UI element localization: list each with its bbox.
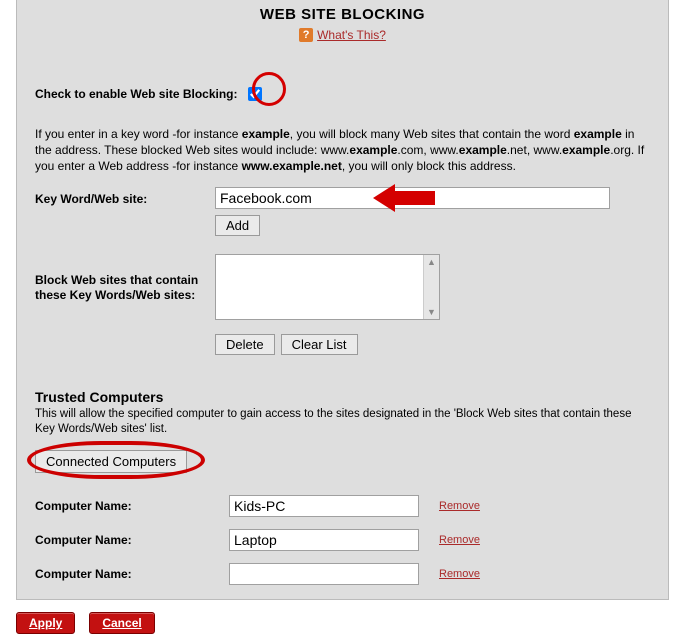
- computer-label: Computer Name:: [35, 533, 209, 547]
- computer-row-1: Computer Name: Remove: [35, 529, 650, 551]
- blocklist-buttons-row: Delete Clear List: [35, 326, 650, 355]
- computer-row-0: Computer Name: Remove: [35, 495, 650, 517]
- keyword-input[interactable]: [215, 187, 610, 209]
- scroll-up-icon: ▲: [427, 257, 436, 267]
- add-button[interactable]: Add: [215, 215, 260, 236]
- computer-row-2: Computer Name: Remove: [35, 563, 650, 585]
- apply-button[interactable]: Apply: [16, 612, 75, 634]
- help-link[interactable]: ? What's This?: [299, 28, 386, 42]
- computer-name-input-2[interactable]: [229, 563, 419, 585]
- settings-panel: WEB SITE BLOCKING ? What's This? Check t…: [16, 0, 669, 600]
- remove-link-1[interactable]: Remove: [439, 534, 480, 546]
- trusted-desc: This will allow the specified computer t…: [35, 407, 650, 437]
- computer-name-input-1[interactable]: [229, 529, 419, 551]
- remove-link-0[interactable]: Remove: [439, 500, 480, 512]
- computer-name-input-0[interactable]: [229, 495, 419, 517]
- remove-link-2[interactable]: Remove: [439, 568, 480, 580]
- connected-wrap: Connected Computers: [35, 450, 650, 473]
- description-text: If you enter in a key word -for instance…: [35, 126, 650, 175]
- help-link-label: What's This?: [317, 28, 386, 42]
- computer-label: Computer Name:: [35, 499, 209, 513]
- add-row: Add: [35, 215, 650, 236]
- enable-checkbox[interactable]: [248, 87, 262, 101]
- keyword-row: Key Word/Web site:: [35, 187, 650, 209]
- footer-bar: Apply Cancel: [16, 612, 669, 634]
- scrollbar[interactable]: ▲ ▼: [423, 255, 439, 319]
- trusted-heading: Trusted Computers: [35, 389, 650, 405]
- delete-button[interactable]: Delete: [215, 334, 275, 355]
- connected-computers-button[interactable]: Connected Computers: [35, 450, 187, 473]
- question-icon: ?: [299, 28, 313, 42]
- blocklist-label: Block Web sites that contain these Key W…: [35, 271, 215, 303]
- enable-label: Check to enable Web site Blocking:: [35, 87, 238, 101]
- cancel-button[interactable]: Cancel: [89, 612, 154, 634]
- page-title: WEB SITE BLOCKING: [35, 6, 650, 23]
- clear-list-button[interactable]: Clear List: [281, 334, 358, 355]
- computer-label: Computer Name:: [35, 567, 209, 581]
- scroll-down-icon: ▼: [427, 307, 436, 317]
- enable-row: Check to enable Web site Blocking:: [35, 84, 650, 104]
- blocklist-row: Block Web sites that contain these Key W…: [35, 254, 650, 320]
- blocklist-listbox[interactable]: ▲ ▼: [215, 254, 440, 320]
- keyword-label: Key Word/Web site:: [35, 190, 215, 206]
- panel-header: WEB SITE BLOCKING ? What's This?: [35, 0, 650, 42]
